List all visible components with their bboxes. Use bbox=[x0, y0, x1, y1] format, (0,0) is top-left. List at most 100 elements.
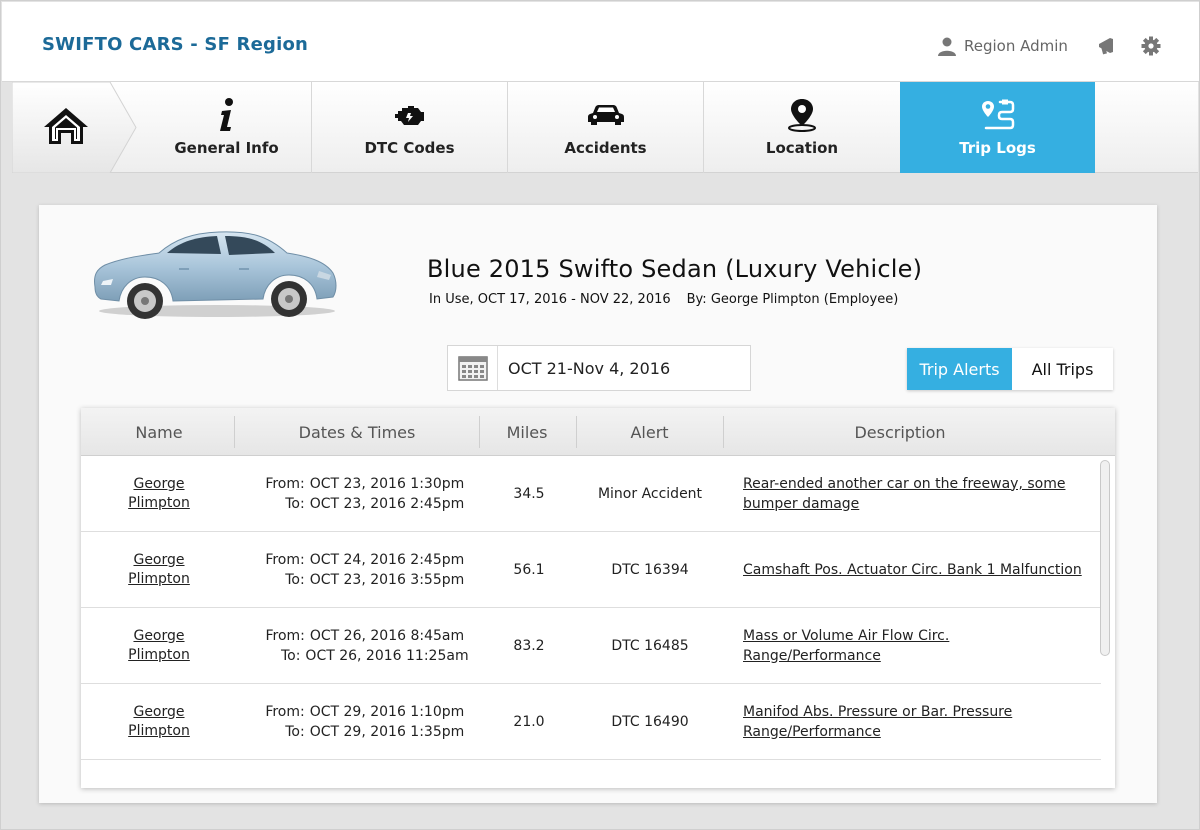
tab-accidents[interactable]: Accidents bbox=[507, 82, 703, 173]
main-nav: General Info DTC Codes Accidents Locatio… bbox=[12, 82, 1198, 173]
from-label: From: bbox=[265, 627, 305, 644]
trip-alert: DTC 16394 bbox=[611, 561, 689, 578]
all-trips-button[interactable]: All Trips bbox=[1012, 348, 1113, 390]
driver-first-name: George bbox=[133, 475, 185, 492]
trip-dates: From: OCT 24, 2016 2:45pm To: OCT 23, 2016… bbox=[237, 532, 477, 607]
trip-from: OCT 26, 2016 8:45am bbox=[309, 627, 465, 644]
table-row: George Plimpton From: OCT 23, 2016 1:30pm… bbox=[81, 456, 1101, 532]
top-header: SWIFTO CARS - SF Region Region Admin bbox=[2, 2, 1199, 82]
alert-description-link[interactable]: Camshaft Pos. Actuator Circ. Bank 1 Malf… bbox=[743, 532, 1099, 607]
col-miles[interactable]: Miles bbox=[479, 408, 575, 456]
from-label: From: bbox=[265, 551, 305, 568]
scrollbar-thumb[interactable] bbox=[1100, 460, 1110, 656]
engine-icon bbox=[394, 106, 424, 125]
from-label: From: bbox=[265, 475, 305, 492]
megaphone-icon[interactable] bbox=[1096, 35, 1118, 57]
table-header: Name Dates & Times Miles Alert Descripti… bbox=[81, 408, 1115, 456]
tab-label: Location bbox=[765, 139, 839, 157]
desc-line-2: Range/Performance bbox=[743, 647, 881, 664]
alert-description-link[interactable]: Rear-ended another car on the freeway, s… bbox=[743, 456, 1099, 531]
tab-label: Accidents bbox=[564, 139, 647, 157]
trip-alert: Minor Accident bbox=[597, 485, 703, 502]
trip-dates: From: OCT 23, 2016 1:30pm To: OCT 23, 2016… bbox=[237, 456, 477, 531]
to-label: To: bbox=[280, 647, 301, 664]
to-label: To: bbox=[285, 495, 305, 512]
info-icon bbox=[219, 98, 233, 131]
col-description[interactable]: Description bbox=[723, 408, 1077, 456]
trip-log-panel: Blue 2015 Swifto Sedan (Luxury Vehicle) … bbox=[39, 205, 1157, 803]
col-name[interactable]: Name bbox=[81, 408, 237, 456]
driver-link[interactable]: George Plimpton bbox=[81, 532, 237, 607]
trip-to: OCT 26, 2016 11:25am bbox=[305, 647, 469, 664]
user-name: Region Admin bbox=[964, 37, 1068, 55]
trip-miles: 21.0 bbox=[513, 713, 545, 730]
trip-from: OCT 29, 2016 1:10pm bbox=[309, 703, 465, 720]
table-row: George Plimpton From: OCT 29, 2016 1:10pm… bbox=[81, 684, 1101, 760]
alert-description-link[interactable]: Mass or Volume Air Flow Circ. Range/Perfo… bbox=[743, 608, 1099, 683]
trip-miles: 34.5 bbox=[513, 485, 545, 502]
desc-line-1: Mass or Volume Air Flow Circ. bbox=[743, 627, 950, 644]
trip-to: OCT 23, 2016 2:45pm bbox=[309, 495, 465, 512]
date-range-value: OCT 21-Nov 4, 2016 bbox=[508, 358, 671, 378]
driver-first-name: George bbox=[133, 551, 185, 568]
table-scrollbar[interactable] bbox=[1099, 460, 1111, 784]
tab-label: DTC Codes bbox=[364, 139, 455, 157]
tab-label: General Info bbox=[174, 139, 279, 157]
driver-last-name: Plimpton bbox=[128, 722, 190, 739]
user-menu[interactable]: Region Admin bbox=[937, 35, 1068, 57]
home-icon bbox=[44, 108, 88, 144]
desc-line-2: bumper damage bbox=[743, 495, 860, 512]
trip-alerts-button[interactable]: Trip Alerts bbox=[907, 348, 1012, 390]
trip-alert: DTC 16490 bbox=[611, 713, 689, 730]
trip-dates: From: OCT 26, 2016 8:45am To: OCT 26, 2016… bbox=[237, 608, 477, 683]
from-label: From: bbox=[265, 703, 305, 720]
col-dates[interactable]: Dates & Times bbox=[235, 408, 479, 456]
alert-description-link[interactable]: Manifod Abs. Pressure or Bar. Pressure Ra… bbox=[743, 684, 1099, 759]
location-pin-icon bbox=[788, 99, 816, 132]
usage-dates: In Use, OCT 17, 2016 - NOV 22, 2016 bbox=[429, 292, 671, 307]
calendar-icon bbox=[457, 356, 488, 381]
to-label: To: bbox=[285, 571, 305, 588]
vehicle-usage: In Use, OCT 17, 2016 - NOV 22, 2016 By: … bbox=[429, 292, 898, 307]
driver-link[interactable]: George Plimpton bbox=[81, 608, 237, 683]
driver-last-name: Plimpton bbox=[128, 570, 190, 587]
tab-trip-logs[interactable]: Trip Logs bbox=[900, 82, 1095, 173]
table-body: George Plimpton From: OCT 23, 2016 1:30pm… bbox=[81, 456, 1101, 760]
trip-table: Name Dates & Times Miles Alert Descripti… bbox=[81, 408, 1115, 788]
user-icon bbox=[938, 37, 956, 56]
driver-link[interactable]: George Plimpton bbox=[81, 684, 237, 759]
driver-last-name: Plimpton bbox=[128, 494, 190, 511]
trip-to: OCT 29, 2016 1:35pm bbox=[309, 723, 465, 740]
desc-line-1: Manifod Abs. Pressure or Bar. Pressure bbox=[743, 703, 1013, 720]
tab-label: Trip Logs bbox=[959, 139, 1036, 157]
driver-first-name: George bbox=[133, 627, 185, 644]
desc-line-2: Range/Performance bbox=[743, 723, 881, 740]
vehicle-image bbox=[94, 231, 337, 319]
driver-link[interactable]: George Plimpton bbox=[81, 456, 237, 531]
col-alert[interactable]: Alert bbox=[576, 408, 723, 456]
app-frame: SWIFTO CARS - SF Region Region Admin Gen… bbox=[0, 0, 1200, 830]
driver-last-name: Plimpton bbox=[128, 646, 190, 663]
trip-alert: DTC 16485 bbox=[611, 637, 689, 654]
date-range-picker[interactable]: OCT 21-Nov 4, 2016 bbox=[447, 345, 751, 391]
calendar-button[interactable] bbox=[448, 346, 498, 390]
vehicle-title: Blue 2015 Swifto Sedan (Luxury Vehicle) bbox=[427, 255, 923, 283]
trip-dates: From: OCT 29, 2016 1:10pm To: OCT 29, 2016… bbox=[237, 684, 477, 759]
trip-to: OCT 23, 2016 3:55pm bbox=[309, 571, 465, 588]
tab-general-info[interactable]: General Info bbox=[142, 82, 311, 173]
trip-filter-toggle: Trip Alerts All Trips bbox=[907, 348, 1113, 390]
trip-miles: 83.2 bbox=[513, 637, 545, 654]
desc-line-1: Camshaft Pos. Actuator Circ. Bank 1 Malf… bbox=[743, 561, 1082, 578]
to-label: To: bbox=[285, 723, 305, 740]
route-icon bbox=[981, 99, 1014, 130]
usage-driver: By: George Plimpton (Employee) bbox=[686, 292, 899, 307]
tab-location[interactable]: Location bbox=[703, 82, 900, 173]
car-icon bbox=[587, 105, 624, 125]
table-row: George Plimpton From: OCT 26, 2016 8:45am… bbox=[81, 608, 1101, 684]
tab-dtc-codes[interactable]: DTC Codes bbox=[311, 82, 507, 173]
home-button[interactable] bbox=[12, 82, 142, 173]
trip-from: OCT 24, 2016 2:45pm bbox=[309, 551, 465, 568]
trip-miles: 56.1 bbox=[513, 561, 545, 578]
gear-icon[interactable] bbox=[1140, 35, 1162, 57]
table-row: George Plimpton From: OCT 24, 2016 2:45pm… bbox=[81, 532, 1101, 608]
